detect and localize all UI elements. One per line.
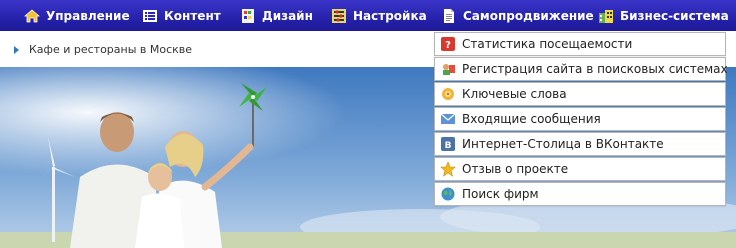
- top-navigation-bar: Управление Контент Дизайн Настройка Само…: [0, 0, 736, 31]
- home-icon: [23, 8, 41, 24]
- keywords-icon: [440, 86, 456, 102]
- document-icon: [441, 8, 457, 24]
- list-icon: [142, 8, 158, 24]
- register-icon: [440, 61, 456, 77]
- nav-item-label: Управление: [46, 8, 130, 23]
- menu-item-label: Регистрация сайта в поисковых системах: [462, 62, 728, 76]
- design-icon: [240, 8, 256, 24]
- menu-item-company-search[interactable]: Поиск фирм: [434, 182, 726, 206]
- menu-item-label: Входящие сообщения: [462, 112, 601, 126]
- globe-icon: [440, 186, 456, 202]
- stats-icon: ?: [440, 36, 456, 52]
- nav-item-label: Бизнес-система: [620, 8, 729, 23]
- nav-item-design[interactable]: Дизайн: [240, 0, 313, 31]
- nav-item-self-promotion[interactable]: Самопродвижение: [441, 0, 608, 31]
- menu-item-label: Поиск фирм: [462, 187, 539, 201]
- mail-icon: [440, 111, 456, 127]
- breadcrumb-label: Кафе и рестораны в Москве: [29, 43, 193, 56]
- nav-item-content[interactable]: Контент: [142, 0, 221, 31]
- star-icon: [440, 161, 456, 177]
- svg-text:B: B: [445, 141, 452, 151]
- menu-item-project-feedback[interactable]: Отзыв о проекте: [434, 157, 726, 181]
- svg-text:?: ?: [445, 40, 451, 51]
- nav-item-label: Контент: [164, 8, 221, 23]
- nav-item-label: Дизайн: [262, 8, 313, 23]
- nav-item-label: Самопродвижение: [463, 8, 594, 23]
- menu-item-label: Статистика посещаемости: [462, 37, 633, 51]
- nav-item-management[interactable]: Управление: [23, 0, 130, 31]
- menu-item-label: Ключевые слова: [462, 87, 567, 101]
- arrow-right-icon: [14, 45, 19, 54]
- business-icon: [598, 8, 614, 24]
- menu-item-label: Интернет-Столица в ВКонтакте: [462, 137, 664, 151]
- nav-item-settings[interactable]: Настройка: [331, 0, 427, 31]
- breadcrumb[interactable]: Кафе и рестораны в Москве: [14, 43, 192, 56]
- menu-item-incoming-messages[interactable]: Входящие сообщения: [434, 107, 726, 131]
- menu-item-vkontakte[interactable]: B Интернет-Столица в ВКонтакте: [434, 132, 726, 156]
- menu-item-visit-statistics[interactable]: ? Статистика посещаемости: [434, 32, 726, 56]
- menu-item-label: Отзыв о проекте: [462, 162, 569, 176]
- menu-item-search-engine-registration[interactable]: Регистрация сайта в поисковых системах: [434, 57, 728, 81]
- nav-item-business-system[interactable]: Бизнес-система: [598, 0, 729, 31]
- menu-item-keywords[interactable]: Ключевые слова: [434, 82, 726, 106]
- vk-icon: B: [440, 136, 456, 152]
- settings-icon: [331, 8, 347, 24]
- nav-item-label: Настройка: [353, 8, 427, 23]
